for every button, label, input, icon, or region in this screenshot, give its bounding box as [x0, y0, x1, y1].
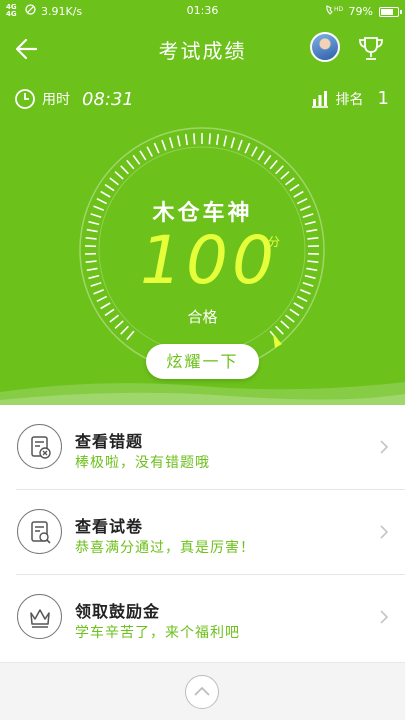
svg-text:HD: HD: [334, 6, 343, 13]
gauge-tick: [289, 183, 300, 192]
screen: 4G 4G 3.91K/s 01:36 HD 79% 考试成绩 用时 08:31…: [0, 0, 405, 720]
gauge-tick: [306, 267, 318, 272]
gauge-tick: [120, 165, 129, 175]
gauge-tick: [85, 236, 97, 240]
gauge-tick: [96, 295, 108, 303]
gauge-tick: [161, 139, 167, 151]
status-bar: 4G 4G 3.91K/s 01:36 HD 79%: [0, 0, 405, 22]
gauge-tick: [251, 146, 258, 157]
battery-percent: 79%: [348, 5, 373, 18]
score-value: 100: [140, 222, 278, 299]
pass-status: 合格: [187, 308, 218, 326]
gauge-tick: [299, 288, 311, 295]
battery-icon: [379, 6, 402, 17]
gauge-tick: [90, 281, 102, 287]
list-item-subtitle: 学车辛苦了，来个福利吧: [75, 625, 240, 641]
wrong-questions-icon: [17, 424, 62, 469]
gauge-tick: [285, 177, 295, 186]
phone-hd-icon: HD: [325, 4, 343, 19]
list-item-subtitle: 棒极啦，没有错题哦: [75, 455, 210, 471]
gauge-tick: [126, 330, 135, 341]
score-header: 考试成绩 用时 08:31 排名 1 木仓车神 100 分 合格 炫耀一下: [0, 22, 405, 405]
gauge-tick: [215, 134, 220, 146]
score-unit: 分: [268, 235, 281, 249]
expand-up-button[interactable]: [185, 675, 219, 709]
gauge-tick: [86, 228, 98, 233]
gauge-tick: [275, 325, 284, 335]
bottom-bar: [0, 662, 405, 720]
gauge-tick: [184, 134, 189, 146]
gauge-tick: [257, 150, 265, 161]
gauge-tick: [302, 281, 314, 287]
list-item-title: 查看错题: [75, 432, 144, 451]
exam-paper-icon: [17, 509, 62, 554]
gauge-tick: [104, 183, 115, 192]
list-item-title: 查看试卷: [75, 517, 144, 536]
list-item-reward[interactable]: 领取鼓励金 学车辛苦了，来个福利吧: [0, 575, 405, 660]
gauge-tick: [296, 295, 308, 303]
gauge-tick: [208, 133, 211, 145]
chevron-up-icon: [194, 686, 210, 696]
gauge-tick: [223, 135, 228, 147]
show-off-button[interactable]: 炫耀一下: [146, 344, 259, 379]
chevron-right-icon: [380, 610, 389, 624]
gauge-tick: [237, 139, 243, 151]
gauge-tick: [93, 288, 105, 295]
chevron-right-icon: [380, 440, 389, 454]
gauge-tick: [168, 137, 174, 149]
gauge-tick: [230, 137, 236, 149]
gauge-tick: [269, 159, 278, 170]
crown-icon: [17, 594, 62, 639]
gauge-tick: [139, 150, 147, 161]
gauge-tick: [85, 260, 97, 264]
chevron-right-icon: [380, 525, 389, 539]
gauge-tick: [132, 154, 141, 165]
gauge-tick: [109, 177, 119, 186]
gauge-tick: [146, 146, 153, 157]
gauge-tick: [153, 142, 160, 154]
gauge-tick: [193, 133, 196, 145]
list-item-exam-paper[interactable]: 查看试卷 恭喜满分通过，真是厉害！: [0, 490, 405, 575]
gauge-tick: [263, 154, 272, 165]
gauge-tick: [176, 135, 181, 147]
list-item-subtitle: 恭喜满分通过，真是厉害！: [75, 540, 255, 556]
list-item-title: 领取鼓励金: [75, 602, 161, 621]
list-item-wrong-questions[interactable]: 查看错题 棒极啦，没有错题哦: [0, 405, 405, 490]
gauge-tick: [304, 274, 316, 280]
gauge-tick: [275, 165, 284, 175]
gauge-tick: [307, 260, 319, 264]
gauge-tick: [306, 228, 318, 233]
gauge-tick: [120, 325, 129, 335]
gauge-tick: [88, 274, 100, 280]
gauge-tick: [280, 171, 290, 180]
gauge-tick: [307, 236, 319, 240]
result-actions-list: 查看错题 棒极啦，没有错题哦 查看试卷 恭喜满分通过，真是厉害！ 领取鼓励金 学…: [0, 405, 405, 660]
gauge-tick: [86, 267, 98, 272]
gauge-pointer: [273, 334, 282, 348]
gauge-tick: [244, 142, 251, 154]
gauge-tick: [126, 159, 135, 170]
gauge-tick: [114, 171, 124, 180]
